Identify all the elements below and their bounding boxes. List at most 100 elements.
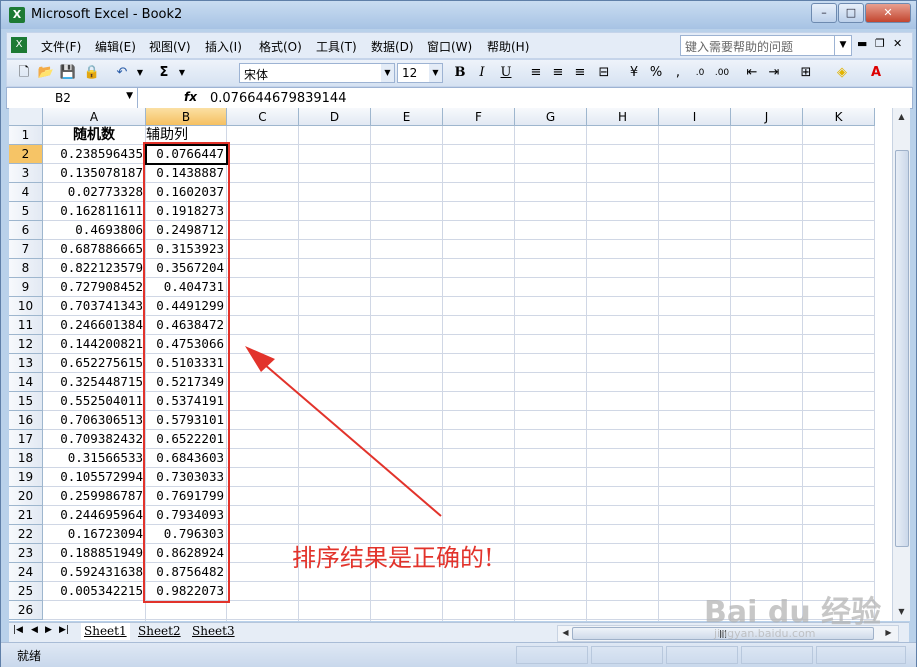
cell-k[interactable]	[803, 373, 875, 392]
cell-d[interactable]	[299, 183, 371, 202]
cell-b[interactable]	[146, 601, 227, 620]
cell-j[interactable]	[731, 544, 803, 563]
cell-b[interactable]: 0.9822073	[146, 582, 227, 601]
cell-i[interactable]	[659, 145, 731, 164]
align-right-icon[interactable]: ≡	[571, 64, 589, 82]
row-header[interactable]: 10	[9, 297, 43, 316]
cell-e[interactable]	[371, 126, 443, 145]
cell-g[interactable]	[515, 183, 587, 202]
tab-sheet1[interactable]: Sheet1	[81, 623, 130, 640]
decrease-decimal-icon[interactable]: .00	[713, 64, 731, 82]
menu-help[interactable]: 帮助(H)	[487, 38, 529, 55]
menu-edit[interactable]: 编辑(E)	[95, 38, 136, 55]
cell-i[interactable]	[659, 563, 731, 582]
cell-h[interactable]	[587, 202, 659, 221]
cell-g[interactable]	[515, 430, 587, 449]
close-button[interactable]: ✕	[865, 3, 911, 23]
cell-e[interactable]	[371, 468, 443, 487]
cell-a[interactable]: 0.706306513	[43, 411, 146, 430]
cell-b[interactable]: 0.1918273	[146, 202, 227, 221]
cell-c[interactable]	[227, 449, 299, 468]
cell-c[interactable]	[227, 316, 299, 335]
cell-j[interactable]	[731, 183, 803, 202]
cell-g[interactable]	[515, 506, 587, 525]
cell-c[interactable]	[227, 297, 299, 316]
cell-g[interactable]	[515, 354, 587, 373]
vertical-scrollbar[interactable]: ▲ ▼	[892, 108, 910, 621]
column-header-h[interactable]: H	[587, 108, 659, 126]
cell-a[interactable]: 0.31566533	[43, 449, 146, 468]
cell-h[interactable]	[587, 126, 659, 145]
cell-g[interactable]	[515, 449, 587, 468]
cell-c[interactable]	[227, 335, 299, 354]
currency-icon[interactable]: ¥	[625, 64, 643, 82]
cell-i[interactable]	[659, 202, 731, 221]
cell-i[interactable]	[659, 487, 731, 506]
chevron-down-icon[interactable]: ▼	[429, 64, 442, 82]
cell-b[interactable]: 0.796303	[146, 525, 227, 544]
undo-dropdown-icon[interactable]: ▼	[131, 64, 149, 82]
cell-e[interactable]	[371, 449, 443, 468]
cell-j[interactable]	[731, 164, 803, 183]
tab-sheet3[interactable]: Sheet3	[189, 623, 238, 640]
cell-h[interactable]	[587, 221, 659, 240]
cell-b[interactable]: 0.404731	[146, 278, 227, 297]
cell-j[interactable]	[731, 373, 803, 392]
cell-a[interactable]: 0.687886665	[43, 240, 146, 259]
cell-j[interactable]	[731, 430, 803, 449]
column-header-a[interactable]: A	[43, 108, 146, 126]
cell-j[interactable]	[731, 392, 803, 411]
doc-restore-icon[interactable]: ❐	[875, 37, 885, 50]
cell-j[interactable]	[731, 145, 803, 164]
decrease-indent-icon[interactable]: ⇤	[743, 64, 761, 82]
cell-h[interactable]	[587, 411, 659, 430]
cell-b[interactable]: 0.1602037	[146, 183, 227, 202]
chevron-down-icon[interactable]: ▼	[381, 64, 394, 82]
cell-h[interactable]	[587, 430, 659, 449]
cell-d[interactable]	[299, 449, 371, 468]
cell-e[interactable]	[371, 335, 443, 354]
cell-f[interactable]	[443, 620, 515, 621]
cell-c[interactable]	[227, 468, 299, 487]
cell-i[interactable]	[659, 544, 731, 563]
cell-c[interactable]	[227, 240, 299, 259]
percent-button[interactable]: %	[647, 64, 665, 82]
row-header[interactable]: 20	[9, 487, 43, 506]
cell-h[interactable]	[587, 240, 659, 259]
cell-f[interactable]	[443, 259, 515, 278]
cell-c[interactable]	[227, 544, 299, 563]
chevron-down-icon[interactable]: ▼	[126, 91, 133, 101]
cell-h[interactable]	[587, 354, 659, 373]
cell-i[interactable]	[659, 449, 731, 468]
column-header-e[interactable]: E	[371, 108, 443, 126]
cell-k[interactable]	[803, 183, 875, 202]
cell-a[interactable]: 0.246601384	[43, 316, 146, 335]
cell-j[interactable]	[731, 297, 803, 316]
cell-j[interactable]	[731, 506, 803, 525]
cell-d[interactable]	[299, 373, 371, 392]
cell-c[interactable]	[227, 582, 299, 601]
cell-g[interactable]	[515, 202, 587, 221]
font-color-icon[interactable]: A	[867, 64, 885, 82]
cell-d[interactable]	[299, 487, 371, 506]
cell-k[interactable]	[803, 563, 875, 582]
row-header[interactable]: 17	[9, 430, 43, 449]
cell-k[interactable]	[803, 468, 875, 487]
row-header[interactable]: 3	[9, 164, 43, 183]
scroll-up-icon[interactable]: ▲	[894, 109, 909, 124]
cell-g[interactable]	[515, 582, 587, 601]
cell-b[interactable]: 0.2498712	[146, 221, 227, 240]
cell-f[interactable]	[443, 468, 515, 487]
cell-h[interactable]	[587, 145, 659, 164]
cell-b[interactable]: 0.4638472	[146, 316, 227, 335]
chevron-down-icon[interactable]: ▼	[834, 36, 851, 55]
cell-e[interactable]	[371, 354, 443, 373]
cell-a[interactable]: 0.238596435	[43, 145, 146, 164]
cell-b[interactable]: 0.7691799	[146, 487, 227, 506]
fill-color-icon[interactable]: ◈	[833, 64, 851, 82]
cell-j[interactable]	[731, 278, 803, 297]
font-name-select[interactable]: 宋体 ▼	[239, 63, 395, 83]
cell-k[interactable]	[803, 221, 875, 240]
cell-k[interactable]	[803, 449, 875, 468]
cell-g[interactable]	[515, 563, 587, 582]
